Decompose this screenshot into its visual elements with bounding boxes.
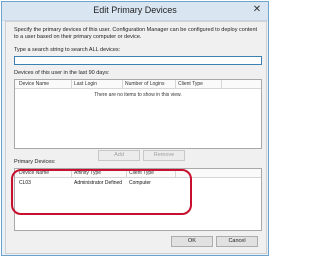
column-divider: [221, 80, 222, 88]
dialog-body: Specify the primary devices of this user…: [5, 21, 267, 254]
dialog-title: Edit Primary Devices: [93, 5, 177, 15]
column-header-last-login[interactable]: Last Login: [74, 81, 97, 87]
column-divider: [175, 80, 176, 88]
column-header-affinity-type[interactable]: Affinity Type: [74, 170, 101, 176]
column-divider: [126, 169, 127, 177]
remove-button[interactable]: Remove: [143, 150, 185, 161]
recent-devices-list[interactable]: Device Name Last Login Number of Logins …: [14, 79, 262, 149]
column-header-number-of-logins[interactable]: Number of Logins: [125, 81, 164, 87]
close-icon[interactable]: ✕: [250, 4, 264, 16]
column-divider: [122, 80, 123, 88]
recent-devices-label: Devices of this user in the last 90 days…: [14, 70, 110, 76]
client-type-cell: Computer: [129, 180, 151, 186]
column-header-client-type[interactable]: Client Type: [178, 81, 203, 87]
device-name-cell: CL03: [19, 180, 31, 186]
title-bar[interactable]: Edit Primary Devices ✕: [2, 2, 268, 21]
primary-devices-label: Primary Devices:: [14, 159, 56, 165]
column-header-device-name[interactable]: Device Name: [19, 81, 49, 87]
cancel-button[interactable]: Cancel: [216, 236, 258, 247]
ok-button[interactable]: OK: [171, 236, 213, 247]
table-row[interactable]: CL03 Administrator Defined Computer: [15, 179, 261, 187]
empty-list-message: There are no items to show in this view.: [94, 92, 182, 98]
edit-primary-devices-dialog: Edit Primary Devices ✕ Specify the prima…: [1, 1, 269, 256]
column-divider: [175, 169, 176, 177]
search-label: Type a search string to search ALL devic…: [14, 47, 121, 53]
column-divider: [71, 169, 72, 177]
recent-devices-header: Device Name Last Login Number of Logins …: [15, 80, 261, 89]
column-header-client-type[interactable]: Client Type: [129, 170, 154, 176]
column-divider: [71, 80, 72, 88]
dialog-description: Specify the primary devices of this user…: [14, 27, 258, 40]
affinity-type-cell: Administrator Defined: [74, 180, 123, 186]
primary-devices-list[interactable]: Device Name Affinity Type Client Type CL…: [14, 168, 262, 231]
add-button[interactable]: Add: [98, 150, 140, 161]
primary-devices-header: Device Name Affinity Type Client Type: [15, 169, 261, 178]
search-input[interactable]: [14, 56, 262, 65]
column-header-device-name[interactable]: Device Name: [19, 170, 49, 176]
